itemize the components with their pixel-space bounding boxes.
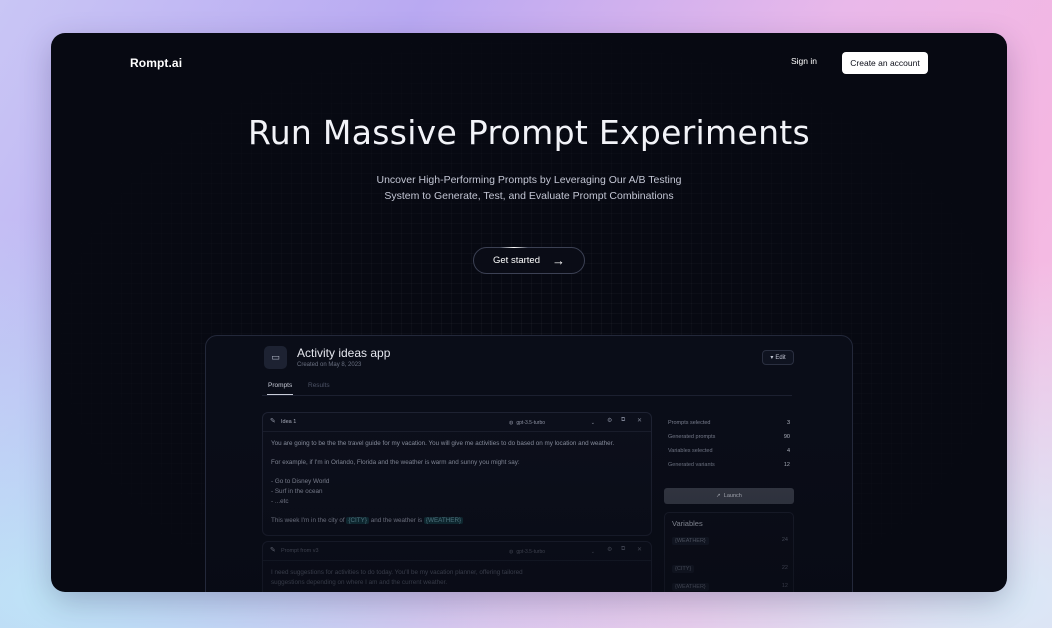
experiment-stats: Prompts selected 3 Generated prompts 90 Va… (664, 416, 794, 472)
variable-chip: {CITY} (346, 516, 369, 524)
get-started-label: Get started (493, 255, 540, 266)
prompt-card-header: ✎ Idea 1 ◍ gpt-3.5-turbo ⌄ ⚙ ⧉ ✕ (263, 413, 651, 432)
prompt-text[interactable]: You are going to be the the travel guide… (263, 432, 651, 532)
variable-count: 24 (781, 537, 788, 543)
chevron-down-icon: ▾ (770, 355, 774, 361)
stat-label: Generated variants (668, 462, 715, 468)
app-preview: ▭ Activity ideas app Created on May 8, 2… (205, 335, 853, 592)
variable-row[interactable]: {WEATHER} 24 (672, 537, 788, 545)
hero-title: Run Massive Prompt Experiments (247, 113, 811, 152)
stat-label: Prompts selected (668, 420, 711, 426)
stat-value: 4 (786, 448, 790, 454)
project-title: Activity ideas app (297, 346, 391, 360)
preview-tabs: Prompts Results (262, 376, 792, 396)
settings-icon[interactable]: ⚙ (607, 546, 612, 553)
model-name: gpt-3.5-turbo (516, 419, 546, 426)
variables-panel: Variables {WEATHER} 24 {CITY} 22 {WEATHER}… (664, 512, 794, 592)
globe-icon: ◍ (509, 419, 514, 426)
variable-count: 22 (781, 565, 788, 571)
stat-row: Generated prompts 90 (664, 430, 794, 444)
model-select[interactable]: ◍ gpt-3.5-turbo ⌄ (509, 417, 599, 428)
copy-icon[interactable]: ⧉ (621, 417, 625, 424)
variables-title: Variables (672, 519, 703, 528)
variable-row[interactable]: {CITY} 22 (672, 565, 788, 573)
stat-label: Variables selected (668, 448, 713, 454)
variable-row[interactable]: {WEATHER} 12 (672, 583, 788, 591)
stat-row: Generated variants 12 (664, 458, 794, 472)
stat-value: 3 (786, 420, 790, 426)
prompt-line: I need suggestions for activities to do … (271, 569, 523, 576)
edit-button[interactable]: ▾ Edit (762, 350, 794, 365)
stat-row: Prompts selected 3 (664, 416, 794, 430)
sign-in-link[interactable]: Sign in (791, 56, 817, 66)
model-name: gpt-3.5-turbo (516, 548, 546, 555)
close-icon[interactable]: ✕ (637, 417, 642, 424)
variable-name: {WEATHER} (672, 583, 709, 591)
prompt-name: Prompt from v3 (281, 548, 319, 554)
stat-label: Generated prompts (668, 434, 716, 440)
chevron-down-icon: ⌄ (590, 548, 595, 555)
prompt-line: - Surf in the ocean (271, 487, 323, 495)
chevron-down-icon: ⌄ (590, 419, 595, 426)
variable-name: {WEATHER} (672, 537, 709, 545)
launch-button[interactable]: ➚ Launch (664, 488, 794, 504)
stat-row: Variables selected 4 (664, 444, 794, 458)
tab-prompts[interactable]: Prompts (266, 382, 294, 395)
rocket-icon: ➚ (716, 493, 721, 499)
globe-icon: ◍ (509, 548, 514, 555)
pencil-icon[interactable]: ✎ (270, 417, 276, 425)
model-select[interactable]: ◍ gpt-3.5-turbo ⌄ (509, 546, 599, 557)
create-account-button[interactable]: Create an account (842, 52, 928, 74)
prompt-card-2: ✎ Prompt from v3 ◍ gpt-3.5-turbo ⌄ ⚙ ⧉ ✕… (262, 541, 652, 592)
prompt-line: You are going to be the the travel guide… (271, 440, 615, 447)
prompt-line: - Go to Disney World (271, 478, 330, 486)
arrow-right-icon: → (552, 253, 565, 268)
prompt-text-segment: This week I'm in the city of (271, 516, 347, 524)
variable-chip: {WEATHER} (423, 516, 464, 524)
prompt-card-header: ✎ Prompt from v3 ◍ gpt-3.5-turbo ⌄ ⚙ ⧉ ✕ (263, 542, 651, 561)
top-nav: Rompt.ai Sign in Create an account (51, 33, 1007, 93)
prompt-line: suggestions depending on where I am and … (271, 578, 448, 586)
stat-value: 12 (783, 462, 790, 468)
get-started-button[interactable]: Get started → (473, 247, 585, 274)
prompt-name: Idea 1 (281, 419, 297, 425)
prompt-line: For example, if I'm in Orlando, Florida … (271, 459, 520, 467)
prompt-text-segment: and the weather is (368, 516, 424, 524)
launch-label: Launch (723, 493, 742, 499)
close-icon[interactable]: ✕ (637, 546, 642, 553)
hero-subtitle-line-2: System to Generate, Test, and Evaluate P… (384, 190, 674, 202)
stat-value: 90 (783, 434, 790, 440)
settings-icon[interactable]: ⚙ (607, 417, 612, 424)
logo[interactable]: Rompt.ai (130, 56, 182, 70)
prompt-line: This week I'm in the city of {CITY} and … (271, 516, 643, 526)
prompt-text[interactable]: I need suggestions for activities to do … (263, 561, 651, 592)
prompt-card-1: ✎ Idea 1 ◍ gpt-3.5-turbo ⌄ ⚙ ⧉ ✕ You are… (262, 412, 652, 536)
edit-label: Edit (775, 354, 786, 361)
variable-name: {CITY} (672, 565, 695, 573)
copy-icon[interactable]: ⧉ (621, 546, 625, 553)
variable-count: 12 (781, 583, 788, 589)
folder-icon: ▭ (264, 346, 287, 369)
landing-frame: Rompt.ai Sign in Create an account Run M… (51, 33, 1007, 592)
pencil-icon[interactable]: ✎ (270, 546, 276, 554)
tab-results[interactable]: Results (308, 382, 330, 389)
prompt-line: - ...etc (271, 497, 289, 505)
project-created-date: Created on May 8, 2023 (297, 362, 362, 368)
hero-subtitle-line-1: Uncover High-Performing Prompts by Lever… (376, 174, 682, 186)
hero-subtitle: Uncover High-Performing Prompts by Lever… (51, 172, 1007, 204)
